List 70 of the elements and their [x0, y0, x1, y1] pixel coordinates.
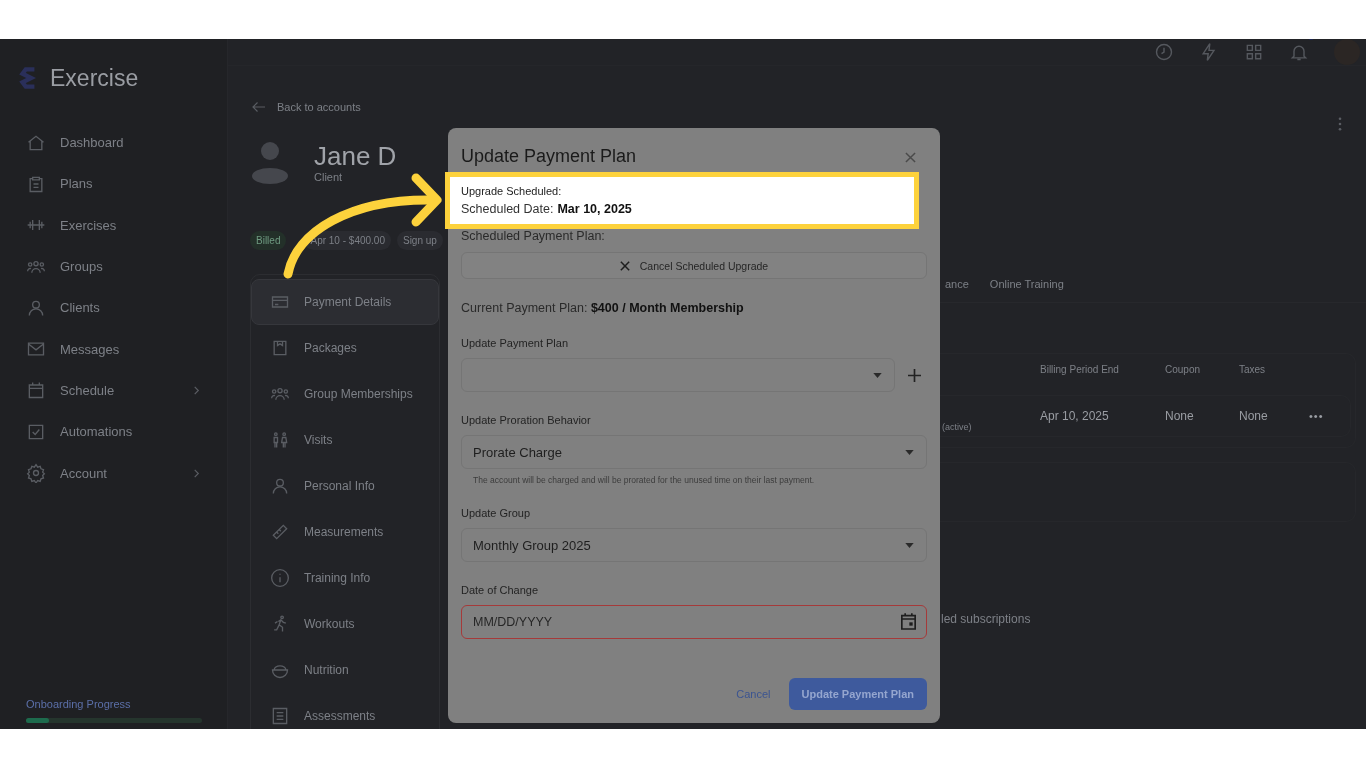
settings-icon: [26, 463, 46, 483]
more-options-icon[interactable]: [1338, 117, 1342, 131]
submit-button[interactable]: Update Payment Plan: [788, 678, 927, 710]
column-header: Taxes: [1239, 364, 1267, 375]
table-cell-text: None: [1165, 409, 1195, 423]
plus-icon[interactable]: [908, 368, 921, 382]
scheduled-date-label: Scheduled Date:: [461, 202, 554, 216]
info-tag: Billed: [250, 231, 287, 250]
modal-title: Update Payment Plan: [461, 145, 637, 167]
onboarding-label: Onboarding Progress: [26, 698, 132, 710]
scheduled-date: Mar 10, 2025: [557, 202, 632, 216]
close-icon[interactable]: [905, 152, 916, 163]
dropdown-caret-icon: [905, 449, 914, 455]
account-menu-item[interactable]: Workouts: [251, 601, 439, 647]
field-label: Update Group: [461, 507, 532, 519]
clock-icon[interactable]: [1154, 42, 1174, 62]
apps-grid-icon[interactable]: [1244, 42, 1264, 62]
status-text: (active): [941, 422, 973, 434]
info-tag: Sign up: [396, 231, 443, 250]
client-name: Jane D: [314, 141, 397, 171]
account-menu-item[interactable]: Visits: [251, 417, 439, 463]
select-field[interactable]: Prorate Charge: [461, 435, 927, 469]
account-menu-item[interactable]: Training Info: [251, 555, 439, 601]
back-link[interactable]: Back to accounts: [277, 101, 361, 113]
sidebar-item[interactable]: Exercises: [60, 217, 201, 233]
field-label: Update Payment Plan: [461, 337, 569, 349]
sidebar-item[interactable]: Messages: [60, 341, 201, 357]
tab[interactable]: Online Training: [989, 278, 1064, 290]
current-plan-text: Current Payment Plan: $400 / Month Membership: [461, 301, 745, 315]
table-cell-text: Apr 10, 2025: [1040, 409, 1110, 423]
select-field[interactable]: Monthly Group 2025: [461, 528, 927, 562]
avatar-silhouette-icon: [250, 140, 290, 184]
row-menu-button[interactable]: •••: [1309, 410, 1339, 422]
scheduled-heading: Upgrade Scheduled:: [461, 185, 563, 197]
section-text: led subscriptions: [940, 612, 1032, 626]
field-label: Date of Change: [461, 584, 540, 596]
sidebar-item[interactable]: Clients: [60, 300, 201, 316]
date-input-field[interactable]: MM/DD/YYYY: [461, 605, 927, 639]
sidebar-item[interactable]: Automations: [60, 424, 201, 440]
info-icon: [270, 568, 290, 588]
sidebar-item[interactable]: Plans: [60, 176, 201, 192]
sidebar-item[interactable]: Dashboard: [60, 135, 201, 151]
account-menu-item[interactable]: Packages: [251, 325, 439, 371]
calendar-icon: [901, 613, 916, 630]
account-menu-item[interactable]: Nutrition: [251, 647, 439, 693]
sidebar-item[interactable]: Schedule: [60, 382, 178, 398]
scheduled-plan-label: Scheduled Payment Plan:: [461, 229, 606, 243]
table-cell-text: None: [1239, 409, 1269, 423]
account-menu-item[interactable]: Group Memberships: [251, 371, 439, 417]
account-menu-item-active[interactable]: Payment Details: [251, 279, 439, 325]
dropdown-caret-icon: [873, 372, 882, 378]
field-label: Update Proration Behavior: [461, 414, 592, 426]
tab[interactable]: ance: [945, 278, 969, 290]
account-menu-item[interactable]: Assessments: [251, 693, 439, 729]
close-icon: [619, 260, 630, 271]
select-field[interactable]: [461, 358, 895, 392]
user-icon: [270, 476, 290, 496]
app-logo-text: Exercise: [50, 64, 139, 92]
list-icon: [270, 706, 290, 726]
sidebar-item[interactable]: Account: [60, 465, 178, 481]
calendar-icon: [26, 380, 46, 401]
account-menu-item[interactable]: Measurements: [251, 509, 439, 555]
ruler-icon: [270, 522, 290, 542]
client-role: Client: [314, 171, 344, 183]
sidebar-item[interactable]: Groups: [60, 259, 201, 275]
column-header: Billing Period End: [1040, 364, 1120, 375]
column-header: Coupon: [1165, 364, 1202, 375]
cancel-upgrade-button[interactable]: Cancel Scheduled Upgrade: [461, 252, 927, 279]
dropdown-caret-icon: [905, 542, 914, 548]
account-menu-item[interactable]: Personal Info: [251, 463, 439, 509]
